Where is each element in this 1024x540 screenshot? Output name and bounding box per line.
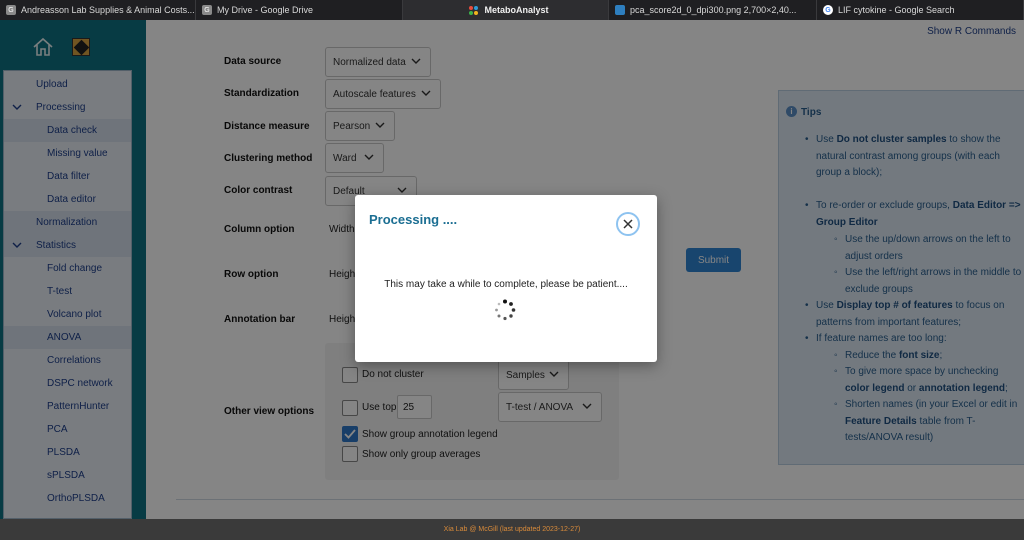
processing-dialog: Processing .... This may take a while to…: [355, 195, 657, 362]
dialog-title: Processing ....: [369, 212, 458, 227]
tab-title: LIF cytokine - Google Search: [838, 5, 955, 15]
browser-tab-bar: G Andreasson Lab Supplies & Animal Costs…: [0, 0, 1024, 20]
tab-title: My Drive - Google Drive: [217, 5, 314, 15]
image-icon: [615, 5, 625, 15]
dialog-message: This may take a while to complete, pleas…: [384, 279, 628, 290]
browser-tab[interactable]: G My Drive - Google Drive: [196, 0, 403, 20]
tab-title: MetaboAnalyst: [484, 5, 549, 15]
close-icon: [623, 219, 633, 229]
browser-tab[interactable]: G LIF cytokine - Google Search: [817, 0, 1024, 20]
google-favicon-icon: G: [6, 5, 16, 15]
browser-tab[interactable]: pca_score2d_0_dpi300.png 2,700×2,40...: [609, 0, 817, 20]
page-footer: Xia Lab @ McGill (last updated 2023-12-2…: [0, 519, 1024, 540]
google-favicon-icon: G: [823, 5, 833, 15]
metaboanalyst-icon: [469, 5, 479, 15]
close-button[interactable]: [616, 212, 640, 236]
browser-tab-active[interactable]: MetaboAnalyst: [403, 0, 609, 20]
loading-spinner-icon: [495, 299, 516, 321]
google-favicon-icon: G: [202, 5, 212, 15]
browser-tab[interactable]: G Andreasson Lab Supplies & Animal Costs…: [0, 0, 196, 20]
tab-title: pca_score2d_0_dpi300.png 2,700×2,40...: [630, 5, 797, 15]
tab-title: Andreasson Lab Supplies & Animal Costs..…: [21, 5, 195, 15]
